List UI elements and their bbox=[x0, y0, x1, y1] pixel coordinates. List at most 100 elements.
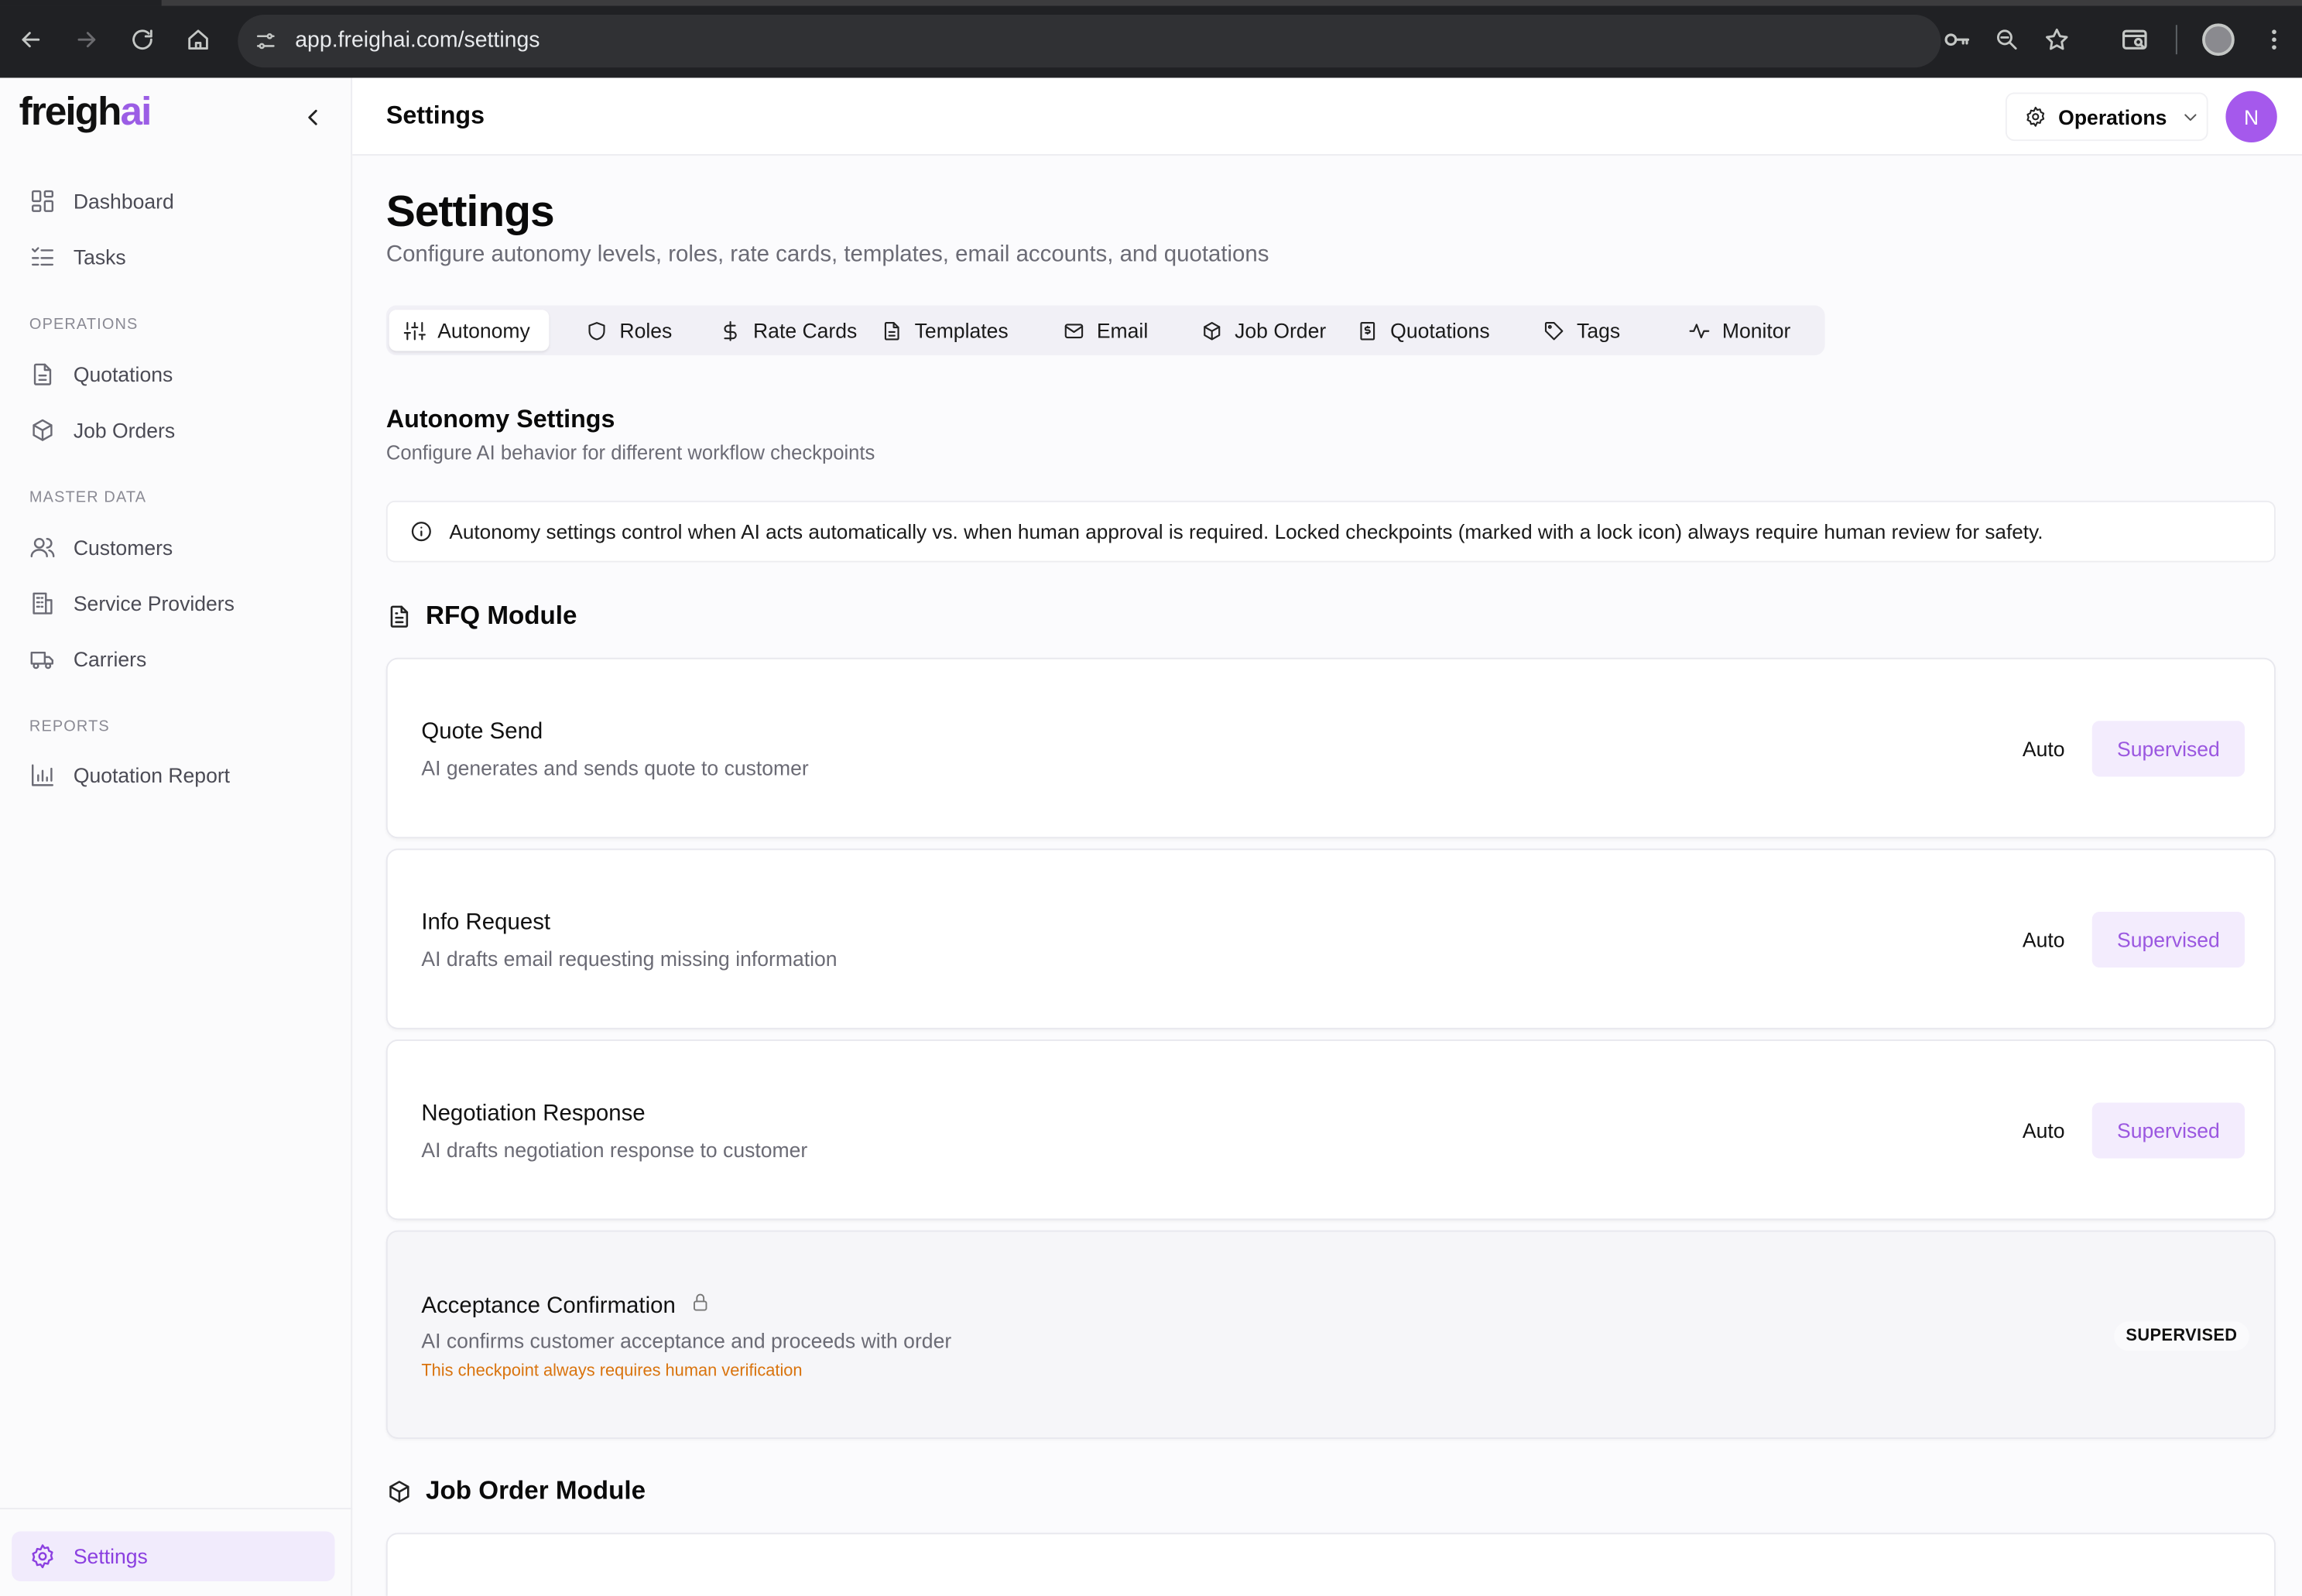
sidebar-item-label: Carriers bbox=[73, 647, 147, 671]
tab-email[interactable]: Email bbox=[1048, 310, 1174, 351]
site-info-icon[interactable] bbox=[254, 29, 277, 53]
sidebar: freighai Dashboard Tasks OPERATIONS Quot… bbox=[0, 77, 353, 1596]
checkpoint-card-quote-send: Quote Send AI generates and sends quote … bbox=[385, 657, 2276, 839]
supervised-toggle-button[interactable]: Supervised bbox=[2091, 911, 2245, 968]
job-order-module-heading: Job Order Module bbox=[386, 1475, 646, 1506]
page-title: Settings bbox=[385, 187, 555, 237]
bookmark-button[interactable] bbox=[2040, 23, 2073, 56]
checkpoint-description: AI drafts email requesting missing infor… bbox=[421, 947, 838, 971]
sidebar-item-dashboard[interactable]: Dashboard bbox=[12, 176, 334, 226]
tab-search-button[interactable] bbox=[2119, 23, 2151, 56]
role-selector[interactable]: Operations bbox=[2005, 92, 2208, 142]
page-subtitle: Configure autonomy levels, roles, rate c… bbox=[385, 241, 1269, 268]
job-order-checkpoint-card bbox=[385, 1533, 2276, 1596]
toolbar-divider bbox=[2175, 25, 2177, 55]
browser-menu-button[interactable] bbox=[2258, 23, 2290, 56]
tab-label: Tags bbox=[1577, 318, 1621, 342]
sidebar-item-tasks[interactable]: Tasks bbox=[12, 232, 334, 282]
sidebar-item-label: Customers bbox=[73, 536, 173, 560]
chevron-left-icon bbox=[308, 109, 317, 125]
auto-toggle-button[interactable]: Auto bbox=[1999, 912, 2088, 968]
sidebar-item-label: Tasks bbox=[73, 245, 126, 269]
mail-icon bbox=[1064, 323, 1084, 338]
reload-icon bbox=[132, 29, 152, 50]
tab-templates[interactable]: Templates bbox=[866, 310, 1028, 351]
arrow-right-icon bbox=[77, 32, 96, 48]
profile-avatar[interactable] bbox=[2202, 23, 2235, 57]
gear-icon bbox=[2026, 106, 2045, 127]
browser-toolbar: app.freighai.com/settings bbox=[0, 0, 2302, 78]
activity-icon bbox=[1689, 323, 1710, 338]
package-icon bbox=[1204, 321, 1221, 340]
bar-chart-icon bbox=[31, 764, 54, 786]
tab-rate-cards[interactable]: Rate Cards bbox=[704, 310, 866, 351]
tab-quotations[interactable]: Quotations bbox=[1342, 310, 1506, 351]
tab-label: Rate Cards bbox=[753, 318, 858, 342]
shield-icon bbox=[588, 321, 605, 340]
tab-label: Roles bbox=[619, 318, 673, 342]
tasks-icon bbox=[31, 247, 54, 266]
home-button[interactable] bbox=[182, 23, 214, 56]
sidebar-item-customers[interactable]: Customers bbox=[12, 522, 334, 572]
address-bar[interactable]: app.freighai.com/settings bbox=[238, 14, 1941, 68]
collapse-sidebar-button[interactable] bbox=[300, 104, 326, 131]
sidebar-item-settings[interactable]: Settings bbox=[12, 1531, 335, 1581]
key-icon bbox=[1944, 33, 1970, 46]
lock-icon bbox=[676, 1292, 711, 1320]
header-title: Settings bbox=[385, 101, 485, 129]
tab-search-icon bbox=[2122, 29, 2147, 50]
tab-job-order[interactable]: Job Order bbox=[1187, 310, 1342, 351]
dollar-icon bbox=[724, 320, 737, 341]
main-content: Settings Configure autonomy levels, role… bbox=[352, 156, 2302, 1596]
supervised-toggle-button[interactable]: Supervised bbox=[2091, 1102, 2245, 1159]
info-icon bbox=[411, 522, 431, 542]
supervised-toggle-button[interactable]: Supervised bbox=[2091, 721, 2245, 777]
logo-accent-text: ai bbox=[120, 89, 152, 134]
tab-label: Monitor bbox=[1721, 318, 1791, 342]
tab-label: Email bbox=[1096, 318, 1149, 342]
auto-toggle-button[interactable]: Auto bbox=[1999, 721, 2088, 776]
section-label-master-data: MASTER DATA bbox=[29, 488, 147, 507]
tab-tags[interactable]: Tags bbox=[1528, 310, 1646, 351]
tab-roles[interactable]: Roles bbox=[571, 310, 692, 351]
section-label-operations: OPERATIONS bbox=[29, 315, 139, 334]
tab-monitor[interactable]: Monitor bbox=[1673, 310, 1814, 351]
gear-icon bbox=[32, 1544, 53, 1569]
autonomy-settings-title: Autonomy Settings bbox=[385, 405, 615, 433]
forward-button[interactable] bbox=[70, 23, 103, 56]
tab-label: Quotations bbox=[1390, 318, 1490, 342]
user-avatar[interactable]: N bbox=[2225, 91, 2277, 142]
supervised-status-badge: SUPERVISED bbox=[2114, 1321, 2249, 1351]
sidebar-item-service-providers[interactable]: Service Providers bbox=[12, 578, 334, 628]
checkpoint-name: Negotiation Response bbox=[421, 1101, 646, 1126]
auto-toggle-button[interactable]: Auto bbox=[1999, 1103, 2088, 1159]
more-vertical-icon bbox=[2272, 29, 2276, 50]
checkpoint-lock-note: This checkpoint always requires human ve… bbox=[421, 1362, 803, 1381]
package-icon bbox=[389, 1480, 409, 1502]
module-title: RFQ Module bbox=[426, 600, 577, 630]
app-logo[interactable]: freighai bbox=[19, 89, 152, 135]
autonomy-settings-subtitle: Configure AI behavior for different work… bbox=[385, 441, 875, 464]
section-label-reports: REPORTS bbox=[29, 718, 110, 736]
info-alert-text: Autonomy settings control when AI acts a… bbox=[449, 520, 2043, 543]
checkpoint-description: AI confirms customer acceptance and proc… bbox=[421, 1328, 952, 1353]
file-text-icon bbox=[390, 604, 409, 627]
tab-autonomy[interactable]: Autonomy bbox=[389, 310, 550, 351]
sliders-icon bbox=[403, 321, 426, 340]
logo-text: freigh bbox=[19, 89, 122, 134]
file-icon bbox=[33, 363, 52, 385]
home-icon bbox=[188, 29, 208, 50]
zoom-button[interactable] bbox=[1991, 23, 2023, 56]
sidebar-item-quotation-report[interactable]: Quotation Report bbox=[12, 750, 334, 800]
checkpoint-card-acceptance-confirmation: Acceptance Confirmation AI confirms cust… bbox=[385, 1230, 2276, 1439]
checkpoint-name: Acceptance Confirmation bbox=[421, 1293, 676, 1318]
module-title: Job Order Module bbox=[426, 1475, 646, 1505]
sidebar-item-quotations[interactable]: Quotations bbox=[12, 349, 334, 399]
tab-label: Templates bbox=[914, 318, 1009, 342]
back-button[interactable] bbox=[15, 23, 47, 56]
reload-button[interactable] bbox=[126, 23, 159, 56]
sidebar-item-label: Dashboard bbox=[73, 189, 174, 214]
sidebar-item-job-orders[interactable]: Job Orders bbox=[12, 406, 334, 455]
sidebar-item-carriers[interactable]: Carriers bbox=[12, 634, 334, 683]
password-key-button[interactable] bbox=[1941, 23, 1973, 56]
